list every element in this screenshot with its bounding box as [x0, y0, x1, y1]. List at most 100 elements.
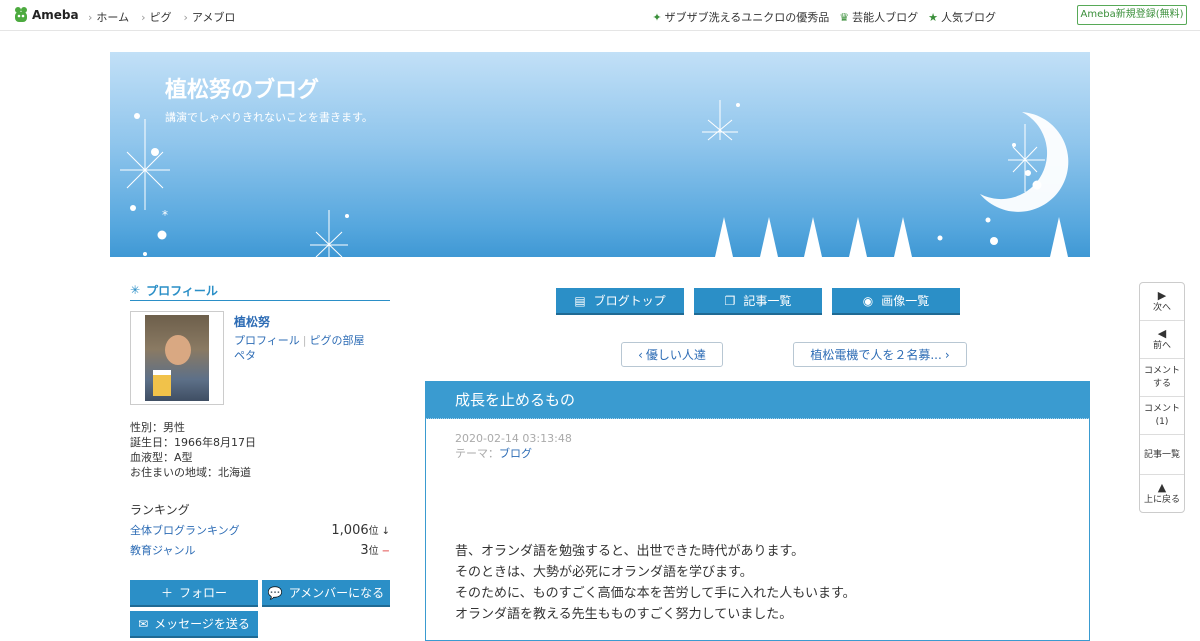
message-button[interactable]: ✉ メッセージを送る	[130, 611, 258, 638]
attr-region: お住まいの地域：北海道	[130, 466, 251, 479]
chevron-right-icon: ›	[944, 347, 950, 362]
promo-link-popular[interactable]: ★ 人気ブログ	[928, 9, 996, 25]
promo-link-celebrity[interactable]: ♛ 芸能人ブログ	[839, 9, 918, 25]
chevron-left-icon: ‹	[638, 347, 643, 362]
ranking-link-overall[interactable]: 全体ブログランキング	[130, 522, 240, 538]
article-date: 2020-02-14 03:13:48	[455, 432, 572, 445]
theme-link[interactable]: ブログ	[499, 447, 532, 460]
body-line: オランダ語を教える先生もものすごく努力していました。	[455, 607, 793, 622]
attr-birthday: 誕生日：1966年8月17日	[130, 436, 256, 449]
next-entry-button[interactable]: ▶ 次へ	[1140, 283, 1184, 321]
rank-unit: 位	[368, 546, 379, 557]
ranking-heading: ランキング	[130, 503, 190, 517]
register-button[interactable]: Ameba新規登録(無料)	[1077, 5, 1187, 25]
tab-label: ブログトップ	[593, 294, 666, 308]
tab-article-list[interactable]: ❐ 記事一覧	[694, 288, 822, 315]
promo-link-uniqlo[interactable]: ✦ ザブザブ洗えるユニクロの優秀品	[652, 9, 829, 25]
ranking-link-education[interactable]: 教育ジャンル	[130, 542, 195, 558]
profile-actions-2: ✉ メッセージを送る	[130, 611, 390, 638]
peta-link[interactable]: ペタ	[234, 349, 256, 362]
avatar-photo	[145, 315, 209, 401]
ranking-value: 1,006位 ↓	[331, 522, 390, 538]
blog-subtitle: 講演でしゃべりきれないことを書きます。	[165, 111, 373, 124]
body-line: そのために、ものすごく高価な本を苦労して手に入れた人もいます。	[455, 586, 856, 601]
link-separator: |	[302, 334, 307, 347]
article-list-button[interactable]: 記事一覧	[1140, 435, 1184, 475]
next-article-label: 植松電機で人を２名募...	[810, 348, 942, 362]
promo-label: 人気ブログ	[941, 11, 996, 24]
article-meta: 2020-02-14 03:13:48 テーマ：ブログ	[455, 431, 1089, 461]
ranking-value: 3位 −	[360, 542, 390, 558]
tab-label: 画像一覧	[881, 294, 930, 308]
global-nav: ホーム ピグ アメブロ	[88, 9, 235, 25]
prev-article-button[interactable]: ‹ 優しい人達	[621, 342, 723, 367]
comment-count-button[interactable]: コメント (1)	[1140, 397, 1184, 435]
prev-article-label: 優しい人達	[645, 348, 706, 362]
floating-nav: ▶ 次へ ◀ 前へ コメント する コメント (1) 記事一覧 ▲ 上に戻る	[1139, 282, 1185, 513]
tab-blog-top[interactable]: ▤ ブログトップ	[556, 288, 684, 315]
plus-icon: ＋	[160, 586, 173, 600]
envelope-icon: ✉	[138, 616, 149, 631]
chat-bubble-icon: 💬	[267, 585, 283, 600]
rail-label: 上に戻る	[1143, 495, 1180, 505]
message-label: メッセージを送る	[154, 617, 250, 631]
tab-image-list[interactable]: ◉ 画像一覧	[832, 288, 960, 315]
rail-label: 次へ	[1152, 303, 1171, 313]
avatar-face	[165, 335, 191, 365]
body-line: 昔、オランダ語を勉強すると、出世できた時代があります。	[455, 544, 805, 559]
article-theme: テーマ：ブログ	[455, 446, 1089, 461]
sparkle-icon: ✦	[652, 10, 662, 24]
blog-title[interactable]: 植松努のブログ	[165, 72, 319, 104]
article-body: 昔、オランダ語を勉強すると、出世できた時代があります。 そのときは、大勢が必死に…	[455, 541, 1089, 625]
profile-link[interactable]: プロフィール	[234, 334, 300, 347]
avatar[interactable]	[130, 311, 224, 405]
profile-card: 植松努 プロフィール | ピグの部屋 ペタ	[130, 311, 390, 406]
pigg-room-link[interactable]: ピグの部屋	[310, 334, 365, 347]
nav-ameblo[interactable]: アメブロ	[183, 9, 235, 25]
play-left-icon: ◀	[1157, 327, 1167, 340]
article: 成長を止めるもの 2020-02-14 03:13:48 テーマ：ブログ 昔、オ…	[425, 381, 1090, 641]
promo-label: ザブザブ洗えるユニクロの優秀品	[664, 11, 830, 24]
prev-entry-button[interactable]: ◀ 前へ	[1140, 321, 1184, 359]
profile-heading-label: プロフィール	[146, 283, 218, 298]
profile-heading: ✳ プロフィール	[130, 280, 390, 301]
rank-unit: 位	[368, 526, 379, 537]
svg-text:*: *	[162, 208, 168, 222]
rank-number: 1,006	[331, 523, 369, 538]
document-icon: ▤	[574, 293, 586, 308]
sidebar: ✳ プロフィール 植松努 プロフィール | ピグの部屋 ペタ 性別：男性 誕生日：1…	[130, 280, 390, 638]
next-article-button[interactable]: 植松電機で人を２名募... ›	[793, 342, 967, 367]
ranking-row: 全体ブログランキング 1,006位 ↓	[130, 522, 390, 538]
ranking-row: 教育ジャンル 3位 −	[130, 542, 390, 558]
nav-home[interactable]: ホーム	[88, 9, 129, 25]
blog-header-banner: * 植松努のブログ 講演でしゃべりきれないことを書きます。	[110, 52, 1090, 257]
rail-label: 前へ	[1152, 341, 1171, 351]
profile-name[interactable]: 植松努	[234, 313, 270, 330]
global-header: Ameba ホーム ピグ アメブロ ✦ ザブザブ洗えるユニクロの優秀品 ♛ 芸能…	[0, 0, 1200, 31]
amember-label: アメンバーになる	[288, 586, 385, 600]
rank-number: 3	[360, 543, 369, 558]
crown-icon: ♛	[839, 10, 850, 24]
profile-attributes: 性別：男性 誕生日：1966年8月17日 血液型：A型 お住まいの地域：北海道	[130, 420, 390, 480]
tab-label: 記事一覧	[743, 294, 792, 308]
body-line: そのときは、大勢が必死にオランダ語を学びます。	[455, 565, 753, 580]
attr-gender: 性別：男性	[130, 421, 185, 434]
follow-button[interactable]: ＋ フォロー	[130, 580, 258, 607]
comment-button[interactable]: コメント する	[1140, 359, 1184, 397]
rank-trend-flat-icon: −	[381, 546, 390, 557]
amember-button[interactable]: 💬 アメンバーになる	[262, 580, 390, 607]
rank-trend-down-icon: ↓	[381, 526, 390, 537]
profile-links: プロフィール | ピグの部屋 ペタ	[234, 333, 384, 363]
promo-links: ✦ ザブザブ洗えるユニクロの優秀品 ♛ 芸能人ブログ ★ 人気ブログ	[652, 9, 996, 25]
article-title[interactable]: 成長を止めるもの	[426, 382, 1089, 419]
attr-bloodtype: 血液型：A型	[130, 451, 193, 464]
ameba-logo[interactable]: Ameba	[13, 6, 79, 24]
camera-icon: ◉	[862, 293, 874, 308]
nav-pigg[interactable]: ピグ	[141, 9, 171, 25]
back-to-top-button[interactable]: ▲ 上に戻る	[1140, 475, 1184, 512]
follow-label: フォロー	[179, 586, 228, 600]
copy-icon: ❐	[724, 293, 736, 308]
avatar-beer-glass	[153, 370, 171, 396]
star-icon: ★	[928, 10, 938, 24]
logo-text: Ameba	[32, 8, 79, 22]
